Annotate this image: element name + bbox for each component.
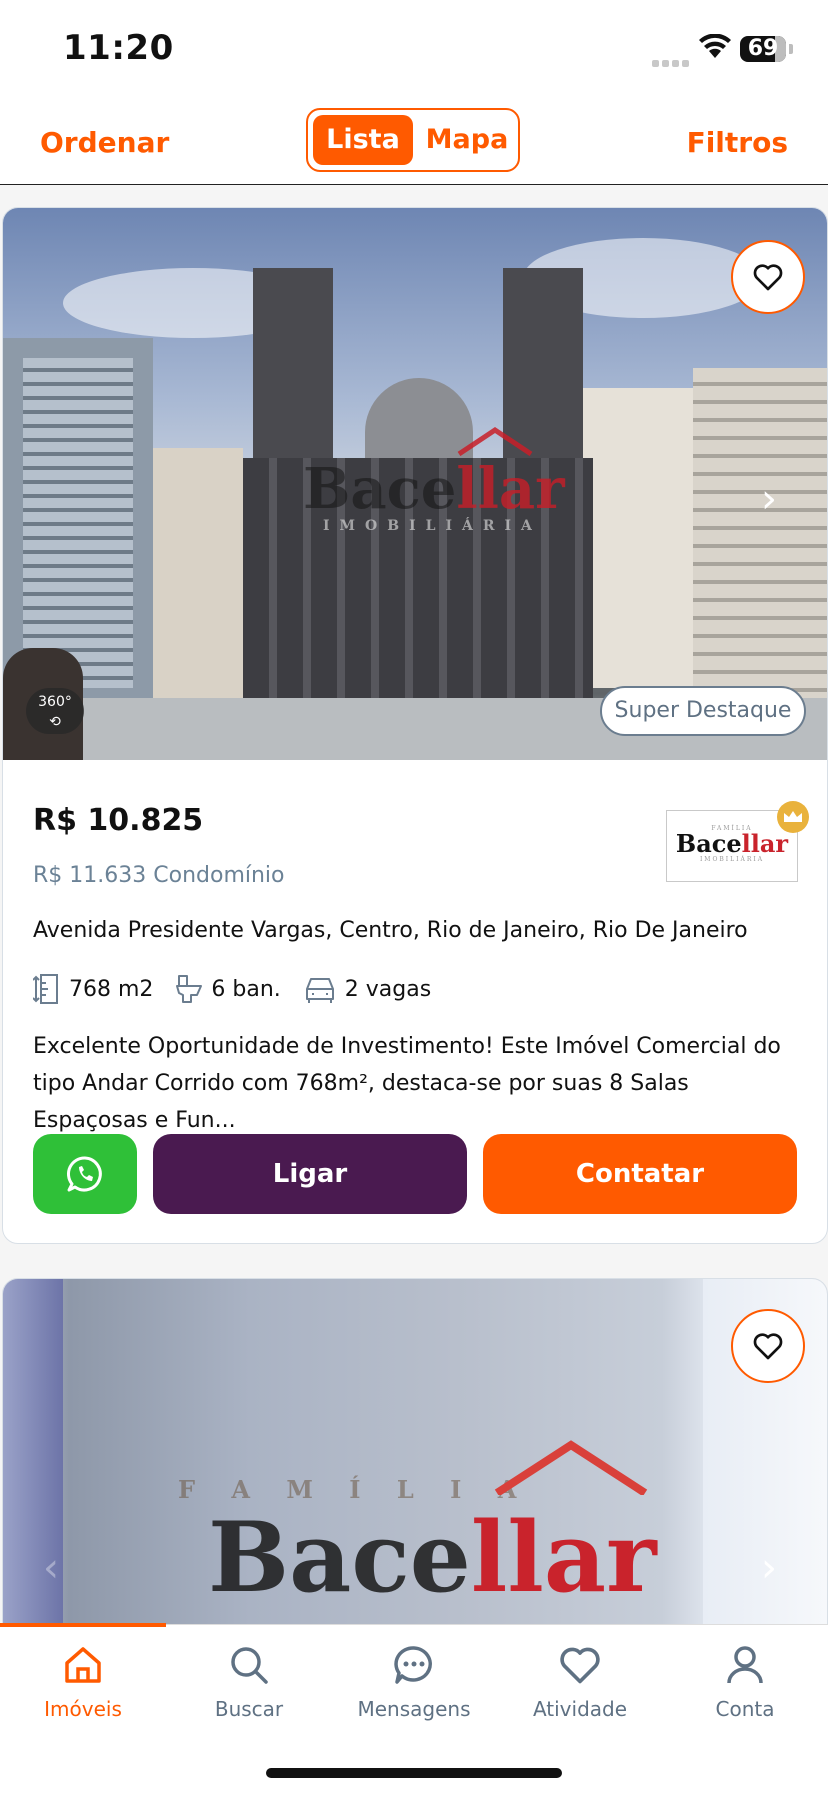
nav-label: Imóveis bbox=[44, 1697, 122, 1721]
nav-label: Buscar bbox=[214, 1697, 284, 1721]
view-toggle: Lista Mapa bbox=[306, 108, 520, 172]
toilet-icon bbox=[176, 975, 203, 1003]
battery-level: 69 bbox=[747, 36, 779, 61]
heart-icon bbox=[560, 1647, 600, 1684]
sort-button[interactable]: Ordenar bbox=[40, 126, 169, 159]
watermark-subtitle: F A M Í L I A bbox=[178, 1475, 531, 1504]
home-indicator bbox=[266, 1768, 562, 1778]
nav-item-atividade[interactable]: Atividade bbox=[497, 1643, 663, 1721]
top-bar: Ordenar Lista Mapa Filtros bbox=[0, 100, 828, 185]
nav-item-imoveis[interactable]: Imóveis bbox=[0, 1643, 166, 1721]
360-label: 360° bbox=[38, 694, 72, 710]
contact-button[interactable]: Contatar bbox=[483, 1134, 797, 1214]
parking-feature: 2 vagas bbox=[303, 974, 431, 1004]
tab-map[interactable]: Mapa bbox=[421, 115, 513, 165]
car-icon bbox=[305, 978, 334, 1003]
area-icon bbox=[33, 974, 58, 1004]
watermark-logo: Bacellar bbox=[208, 1501, 657, 1614]
nav-active-indicator bbox=[0, 1623, 166, 1627]
360-view-badge[interactable]: 360° ⟲ bbox=[26, 688, 84, 734]
listing-description: Excelente Oportunidade de Investimento! … bbox=[33, 1034, 781, 1133]
nav-label: Mensagens bbox=[357, 1697, 471, 1721]
listing-price: R$ 10.825 bbox=[33, 803, 204, 838]
next-photo-icon[interactable]: › bbox=[761, 1545, 777, 1591]
watermark-roof-icon bbox=[457, 426, 533, 456]
parking-value: 2 vagas bbox=[344, 976, 432, 1002]
listing-card[interactable]: F A M Í L I A Bacellar › ‹ bbox=[2, 1278, 828, 1640]
listing-photo[interactable]: Bacellar IMOBILIÁRIA › 360° ⟲ Super Desta… bbox=[3, 208, 827, 760]
area-feature: 768 m2 bbox=[33, 973, 153, 1005]
status-bar: 11:20 69 bbox=[0, 0, 828, 100]
nav-label: Conta bbox=[715, 1697, 775, 1721]
watermark-subtitle: IMOBILIÁRIA bbox=[323, 518, 542, 534]
whatsapp-button[interactable] bbox=[33, 1134, 137, 1214]
wifi-icon bbox=[699, 33, 731, 64]
nav-label: Atividade bbox=[532, 1697, 628, 1721]
bath-value: 6 ban. bbox=[211, 976, 281, 1002]
listing-features: 768 m2 6 ban. 2 vagas bbox=[33, 973, 453, 1005]
heart-icon bbox=[753, 1333, 783, 1360]
battery-tip bbox=[789, 44, 793, 54]
rotate-icon: ⟲ bbox=[49, 714, 61, 730]
building-shape bbox=[23, 358, 133, 688]
building-shape bbox=[693, 368, 827, 698]
favorite-button[interactable] bbox=[731, 240, 805, 314]
previous-photo-icon[interactable]: ‹ bbox=[43, 1545, 59, 1591]
bath-feature: 6 ban. bbox=[175, 973, 281, 1005]
cellular-signal-icon bbox=[652, 52, 692, 71]
crown-icon bbox=[777, 801, 809, 833]
next-photo-icon[interactable]: › bbox=[761, 476, 777, 522]
heart-icon bbox=[753, 264, 783, 291]
highlight-badge: Super Destaque bbox=[600, 686, 806, 736]
search-icon bbox=[231, 1647, 268, 1684]
agency-logo-name: Bacellar bbox=[675, 829, 789, 858]
building-shape bbox=[153, 448, 243, 698]
nav-item-conta[interactable]: Conta bbox=[662, 1643, 828, 1721]
watermark-roof-icon bbox=[494, 1440, 648, 1495]
nav-item-mensagens[interactable]: Mensagens bbox=[331, 1643, 497, 1721]
condo-fee: R$ 11.633 Condomínio bbox=[33, 863, 285, 888]
area-value: 768 m2 bbox=[69, 976, 154, 1002]
home-icon bbox=[65, 1647, 101, 1683]
listing-photo[interactable]: F A M Í L I A Bacellar › ‹ bbox=[3, 1279, 827, 1639]
filters-button[interactable]: Filtros bbox=[687, 126, 788, 159]
favorite-button[interactable] bbox=[731, 1309, 805, 1383]
watermark-logo: Bacellar bbox=[303, 456, 565, 522]
call-button[interactable]: Ligar bbox=[153, 1134, 467, 1214]
user-icon bbox=[727, 1646, 763, 1684]
status-time: 11:20 bbox=[63, 28, 174, 68]
whatsapp-icon bbox=[67, 1156, 102, 1192]
listing-card[interactable]: Bacellar IMOBILIÁRIA › 360° ⟲ Super Desta… bbox=[2, 207, 828, 1244]
battery-icon: 69 bbox=[740, 36, 786, 62]
tab-list[interactable]: Lista bbox=[313, 115, 413, 165]
nav-item-buscar[interactable]: Buscar bbox=[166, 1643, 332, 1721]
chat-icon bbox=[394, 1646, 432, 1684]
listing-address: Avenida Presidente Vargas, Centro, Rio d… bbox=[33, 918, 748, 943]
